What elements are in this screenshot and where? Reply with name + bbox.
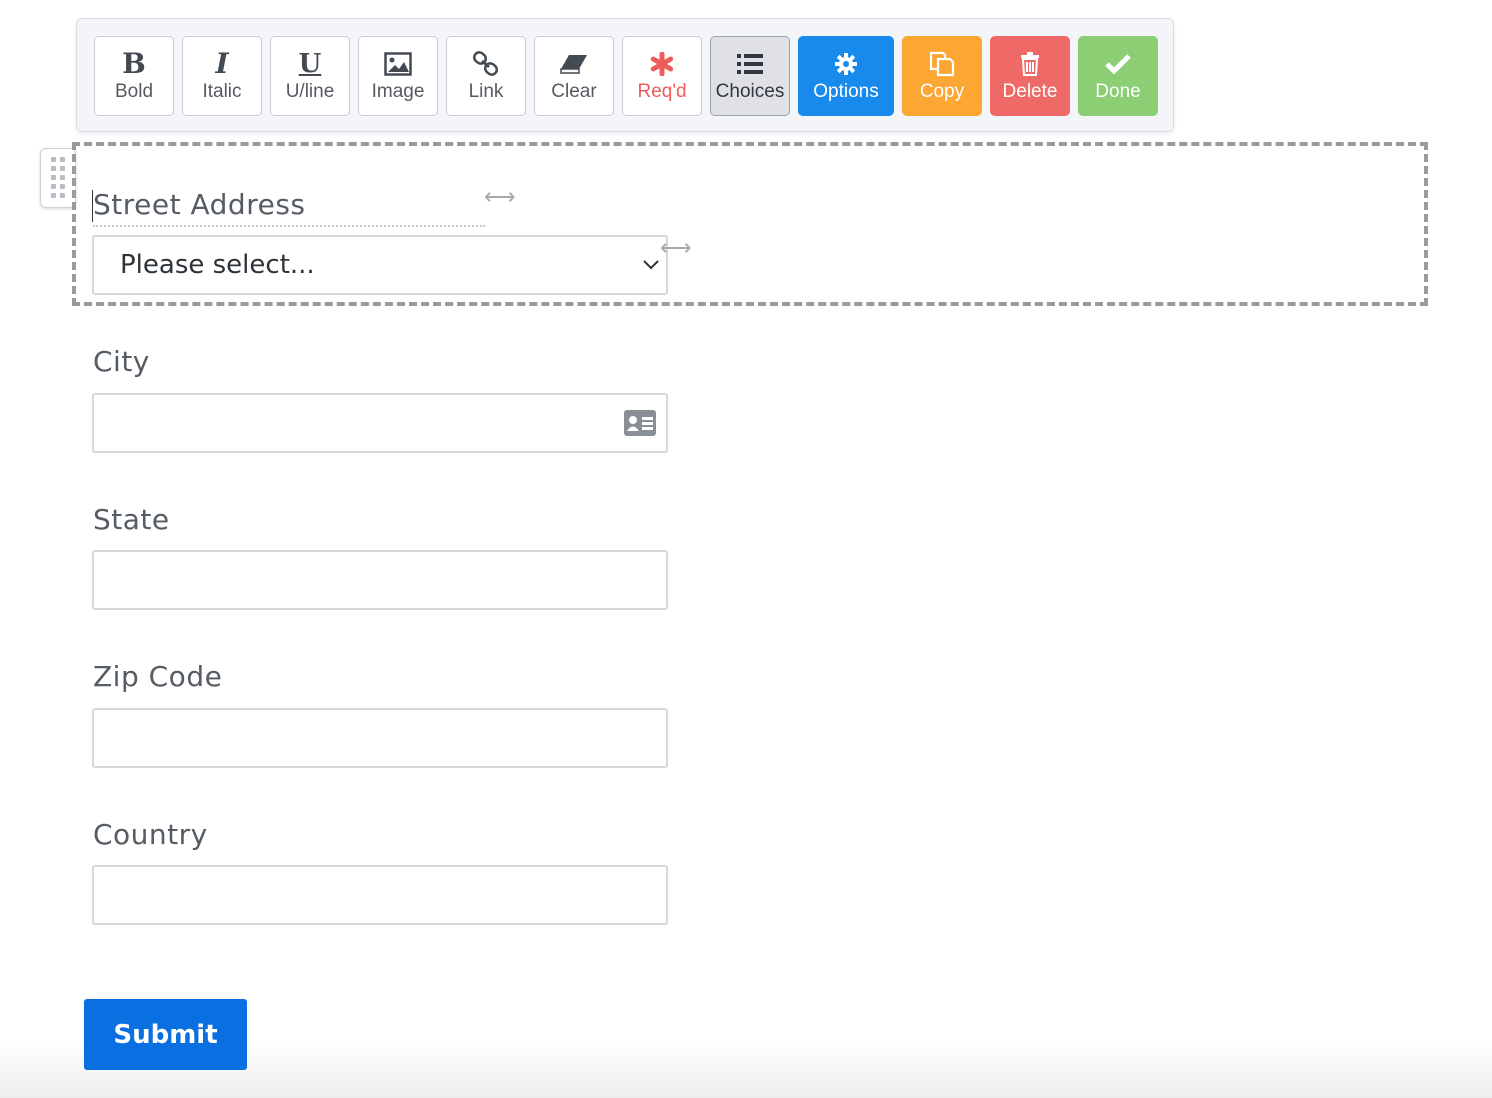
list-icon (737, 54, 763, 74)
clear-label: Clear (551, 81, 597, 102)
delete-label: Delete (1002, 81, 1058, 102)
choices-button[interactable]: Choices (710, 36, 790, 116)
options-button[interactable]: Options (798, 36, 894, 116)
underline-button[interactable]: U U/line (270, 36, 350, 116)
text-caret (92, 190, 93, 222)
link-button[interactable]: Link (446, 36, 526, 116)
drag-handle[interactable] (40, 148, 76, 208)
image-label: Image (371, 81, 425, 102)
underline-label: U/line (285, 81, 335, 102)
copy-button[interactable]: Copy (902, 36, 982, 116)
bold-button[interactable]: B Bold (94, 36, 174, 116)
italic-button[interactable]: I Italic (182, 36, 262, 116)
italic-label: Italic (202, 81, 242, 102)
city-input[interactable] (92, 393, 668, 453)
choices-label: Choices (715, 81, 785, 102)
bold-icon: B (122, 47, 146, 80)
street-address-label[interactable]: Street Address (93, 188, 485, 227)
check-icon (1105, 54, 1131, 75)
field-resize-icon[interactable]: ⟷ (660, 235, 692, 261)
underline-icon: U (298, 49, 322, 79)
zip-code-input[interactable] (92, 708, 668, 768)
link-icon (472, 51, 499, 76)
done-label: Done (1095, 81, 1141, 102)
image-button[interactable]: Image (358, 36, 438, 116)
required-label: Req'd (637, 81, 687, 102)
required-button[interactable]: Req'd (622, 36, 702, 116)
delete-button[interactable]: Delete (990, 36, 1070, 116)
contact-card-icon (624, 410, 656, 436)
copy-label: Copy (919, 81, 965, 102)
state-input[interactable] (92, 550, 668, 610)
trash-icon (1021, 52, 1039, 76)
italic-icon: I (215, 47, 229, 80)
select-value: Please select... (120, 250, 315, 280)
state-label: State (93, 503, 170, 536)
street-address-select[interactable]: Please select... (92, 235, 668, 295)
zip-code-label: Zip Code (93, 660, 223, 693)
label-resize-icon[interactable]: ⟷ (484, 184, 516, 210)
gear-icon (835, 53, 857, 75)
eraser-icon (560, 55, 587, 74)
field-toolbar: B Bold I Italic U U/line Image Link Clea… (76, 18, 1174, 132)
copy-icon (929, 51, 955, 77)
asterisk-icon (650, 52, 674, 76)
country-label: Country (93, 818, 208, 851)
options-label: Options (813, 81, 879, 102)
submit-button[interactable]: Submit (84, 999, 247, 1070)
done-button[interactable]: Done (1078, 36, 1158, 116)
city-label: City (93, 345, 150, 378)
country-input[interactable] (92, 865, 668, 925)
link-label: Link (468, 81, 504, 102)
chevron-down-icon (643, 260, 659, 270)
bold-label: Bold (114, 81, 154, 102)
clear-button[interactable]: Clear (534, 36, 614, 116)
image-icon (384, 52, 412, 76)
